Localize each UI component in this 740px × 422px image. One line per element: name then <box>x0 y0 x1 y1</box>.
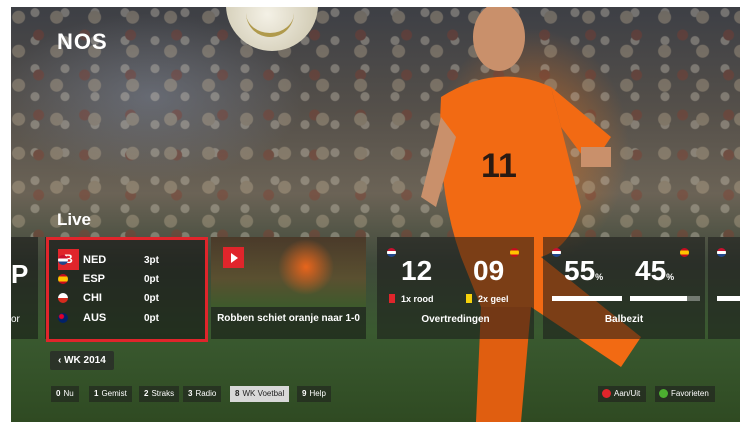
fouls-right-value: 09 <box>473 255 505 286</box>
section-title: Live <box>57 210 92 229</box>
back-button-label: WK 2014 <box>64 355 106 366</box>
yellow-card-icon <box>466 294 472 303</box>
player-photo: 11 <box>421 7 641 422</box>
australia-flag-icon <box>58 313 68 323</box>
video-caption: Robben schiet oranje naar 1-0 <box>217 313 360 324</box>
team-code: AUS <box>83 312 107 324</box>
red-dot-icon <box>602 389 611 399</box>
video-tile[interactable]: Robben schiet oranje naar 1-0 <box>211 237 366 339</box>
partial-bar <box>717 296 740 301</box>
nav-item-wk-voetbal[interactable]: 8 WK Voetbal <box>230 386 290 402</box>
yellow-card-label: 2x geel <box>478 294 509 304</box>
fouls-caption: Overtredingen <box>421 314 490 325</box>
possession-caption: Balbezit <box>604 314 644 325</box>
fouls-tile[interactable]: 12 09 1x rood 2x geel Overtredingen <box>377 237 534 339</box>
standings-tile[interactable]: B <box>45 237 205 339</box>
key-favorieten[interactable]: Favorieten <box>655 386 715 402</box>
possession-right: 45% <box>635 255 675 286</box>
netherlands-flag-icon <box>58 255 68 265</box>
nos-logo: NOS <box>57 29 108 54</box>
nav-item-straks[interactable]: 2 Straks <box>139 386 180 402</box>
team-code: NED <box>83 254 107 266</box>
team-points: 0pt <box>144 274 159 285</box>
key-aan-uit[interactable]: Aan/Uit <box>598 386 647 402</box>
tile-partial-right[interactable] <box>708 237 740 339</box>
team-points: 0pt <box>144 313 159 324</box>
possession-tile[interactable]: 55% 45% Balbezit <box>543 237 705 339</box>
possession-bar-left <box>552 296 622 301</box>
team-points: 3pt <box>144 255 159 266</box>
netherlands-flag-icon <box>717 248 726 257</box>
possession-bar-right <box>630 296 687 301</box>
tile-partial-left[interactable]: P or <box>11 237 38 339</box>
spain-flag-icon <box>58 274 68 284</box>
possession-bar-right-rest <box>687 296 700 301</box>
spain-flag-icon <box>680 248 689 257</box>
back-button[interactable]: ‹ WK 2014 <box>50 351 114 370</box>
green-dot-icon <box>659 389 668 399</box>
possession-left: 55% <box>564 255 604 286</box>
fouls-left-value: 12 <box>401 255 433 286</box>
spain-flag-icon <box>510 248 519 257</box>
tv-screen: 11 NOS Live P or B NED 3pt ESP 0pt CHI 0… <box>11 7 740 422</box>
nav-item-help[interactable]: 9 Help <box>297 386 331 402</box>
team-code: ESP <box>83 273 106 285</box>
nav-item-gemist[interactable]: 1 Gemist <box>89 386 132 402</box>
nav-item-radio[interactable]: 3 Radio <box>183 386 222 402</box>
play-icon <box>223 247 244 268</box>
red-card-label: 1x rood <box>401 294 434 304</box>
netherlands-flag-icon <box>552 248 561 257</box>
svg-text:11: 11 <box>481 147 517 185</box>
nav-item-nu[interactable]: 0 Nu <box>51 386 79 402</box>
team-code: CHI <box>83 292 102 304</box>
red-card-icon <box>389 294 395 303</box>
netherlands-flag-icon <box>387 248 396 257</box>
partial-tile-caption: or <box>11 314 20 325</box>
team-points: 0pt <box>144 293 159 304</box>
chile-flag-icon <box>58 293 68 303</box>
partial-tile-text: P <box>11 259 29 289</box>
